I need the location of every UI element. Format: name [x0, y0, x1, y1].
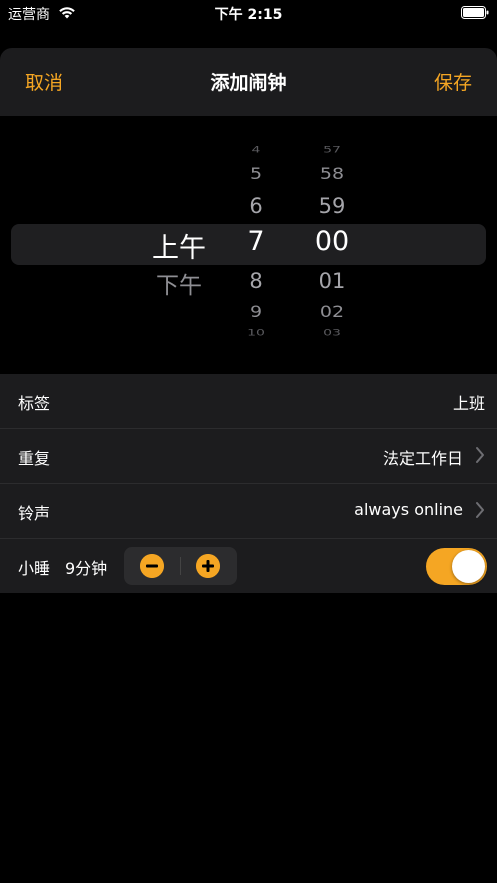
chevron-right-icon: [476, 502, 484, 518]
hour-option: 10: [247, 328, 265, 338]
snooze-row: 小睡 9分钟: [0, 539, 497, 593]
ringtone-row[interactable]: 铃声 always online: [0, 484, 497, 539]
stepper-divider: [180, 557, 181, 575]
nav-bar: 取消 添加闹钟 保存: [0, 48, 497, 116]
add-alarm-sheet: 取消 添加闹钟 保存 上午 下午 4 5 6 7 8 9 10 57 58 59…: [0, 48, 497, 883]
repeat-row-value: 法定工作日: [382, 449, 463, 468]
settings-list: 标签 上班 重复 法定工作日 铃声 always online 小睡 9分钟: [0, 374, 497, 593]
hour-selected: 7: [247, 226, 265, 257]
minute-option: 57: [323, 145, 341, 155]
battery-icon: [461, 6, 489, 19]
repeat-row-title: 重复: [18, 449, 51, 468]
ringtone-row-title: 铃声: [18, 504, 51, 523]
minute-column[interactable]: 57 58 59 00 01 02 03: [300, 116, 364, 374]
minute-option: 58: [319, 164, 345, 184]
snooze-toggle[interactable]: [426, 548, 487, 585]
label-row[interactable]: 标签 上班: [0, 374, 497, 429]
snooze-duration: 9分钟: [65, 559, 108, 578]
ampm-option: 下午: [156, 273, 202, 299]
ringtone-row-value: always online: [354, 500, 463, 519]
status-time: 下午 2:15: [214, 7, 283, 23]
minute-option: 02: [319, 302, 345, 322]
minute-option: 03: [323, 328, 341, 338]
minute-selected: 00: [314, 226, 350, 257]
status-bar: 运营商 下午 2:15: [0, 0, 497, 30]
minus-circle-icon[interactable]: [140, 554, 164, 578]
minute-option: 01: [318, 269, 346, 293]
ampm-selected: 上午: [152, 233, 206, 264]
plus-circle-icon[interactable]: [196, 554, 220, 578]
hour-option: 9: [249, 302, 263, 322]
time-picker: 上午 下午 4 5 6 7 8 9 10 57 58 59 00 01 02 0…: [0, 116, 497, 374]
label-row-title: 标签: [18, 394, 51, 413]
minute-option: 59: [318, 194, 346, 218]
hour-option: 5: [249, 164, 263, 184]
page-title: 添加闹钟: [210, 72, 287, 94]
snooze-row-title: 小睡: [18, 559, 51, 578]
snooze-stepper: [124, 547, 237, 585]
toggle-knob: [452, 550, 485, 583]
hour-option: 6: [249, 194, 263, 218]
label-row-value: 上班: [452, 394, 485, 413]
save-button[interactable]: 保存: [434, 68, 472, 95]
hour-option: 4: [251, 145, 261, 155]
hour-option: 8: [249, 269, 263, 293]
hour-column[interactable]: 4 5 6 7 8 9 10: [226, 116, 286, 374]
repeat-row[interactable]: 重复 法定工作日: [0, 429, 497, 484]
chevron-right-icon: [476, 447, 484, 463]
ampm-column[interactable]: 上午 下午: [140, 116, 218, 374]
